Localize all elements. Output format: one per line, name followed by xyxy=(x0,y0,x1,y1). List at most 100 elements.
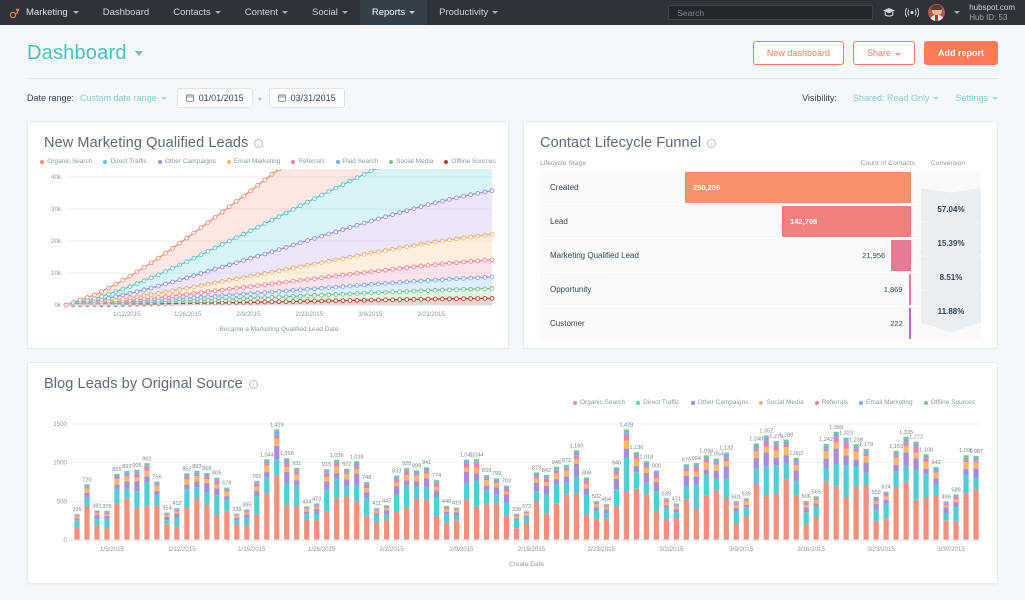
area-chart[interactable]: 0k10k20k30k40k1/12/20151/26/20152/9/2015… xyxy=(36,169,502,337)
account-chevron-down-icon[interactable] xyxy=(954,11,960,14)
chevron-down-icon xyxy=(492,11,498,14)
funnel-bar[interactable]: 1,869 xyxy=(909,274,911,305)
add-report-button[interactable]: Add report xyxy=(924,41,998,65)
funnel-bar[interactable]: 142,708 xyxy=(782,206,911,237)
svg-text:539: 539 xyxy=(662,491,671,497)
nav-item-productivity[interactable]: Productivity xyxy=(427,0,510,25)
column-header-conversion: Conversion xyxy=(915,160,981,167)
date-range-select[interactable]: Custom date range xyxy=(80,93,167,103)
info-icon[interactable]: i xyxy=(254,139,263,148)
funnel-bar-zone: 222 xyxy=(685,308,911,339)
brand-menu[interactable]: Marketing xyxy=(0,0,91,25)
svg-text:10k: 10k xyxy=(51,270,62,277)
svg-text:1,062: 1,062 xyxy=(789,451,803,457)
legend-item-social-media[interactable]: Social Media xyxy=(759,399,803,406)
funnel-bar[interactable]: 21,956 xyxy=(891,240,911,271)
svg-text:447: 447 xyxy=(382,498,391,504)
legend-item-other-campaigns[interactable]: Other Campaigns xyxy=(158,158,216,165)
legend-item-direct-traffic[interactable]: Direct Traffic xyxy=(636,399,679,406)
academy-cap-icon[interactable] xyxy=(882,7,896,18)
legend-label: Other Campaigns xyxy=(698,399,749,406)
svg-text:842: 842 xyxy=(542,468,551,474)
account-info[interactable]: hubspot.com Hub ID: 53 xyxy=(969,3,1015,23)
legend-color-dot xyxy=(336,160,340,164)
svg-text:2/23/2015: 2/23/2015 xyxy=(588,546,616,553)
brand-label: Marketing xyxy=(26,7,68,18)
legend-item-organic-search[interactable]: Organic Search xyxy=(573,399,625,406)
legend-item-referrals[interactable]: Referrals xyxy=(815,399,848,406)
legend-item-offline-sources[interactable]: Offline Sources xyxy=(924,399,975,406)
svg-text:338: 338 xyxy=(512,507,521,513)
settings-menu[interactable]: Settings xyxy=(955,93,998,103)
svg-text:1,242: 1,242 xyxy=(819,437,833,443)
legend-item-other-campaigns[interactable]: Other Campaigns xyxy=(691,399,749,406)
nav-item-label: Contacts xyxy=(173,7,211,18)
funnel-stage-label: Lead xyxy=(540,217,680,226)
legend-item-email-marketing[interactable]: Email Marketing xyxy=(859,399,913,406)
stacked-bar-chart[interactable]: 0500100015003357203813768558929059927563… xyxy=(36,408,991,570)
nav-item-contacts[interactable]: Contacts xyxy=(161,0,233,25)
funnel-bar[interactable]: 222 xyxy=(909,308,911,339)
svg-text:972: 972 xyxy=(562,458,571,464)
start-date-input[interactable]: 01/01/2015 xyxy=(177,88,253,108)
legend-item-offline-sources[interactable]: Offline Sources xyxy=(444,158,495,165)
avatar[interactable] xyxy=(928,4,945,21)
nav-item-social[interactable]: Social xyxy=(300,0,360,25)
funnel-row[interactable]: Lead142,70815.39% xyxy=(540,205,981,239)
info-icon[interactable]: i xyxy=(707,139,716,148)
legend-item-email-marketing[interactable]: Email Marketing xyxy=(227,158,281,165)
search-box[interactable] xyxy=(668,5,873,20)
svg-text:1,018: 1,018 xyxy=(350,454,364,460)
legend-color-dot xyxy=(389,160,393,164)
column-header-stage: Lifecycle Stage xyxy=(540,160,823,167)
share-button[interactable]: Share xyxy=(853,41,915,65)
chevron-down-icon xyxy=(161,97,167,100)
info-icon[interactable]: i xyxy=(249,380,258,389)
funnel-row[interactable]: Opportunity1,86911.88% xyxy=(540,273,981,307)
funnel-row[interactable]: Created250,20657.04% xyxy=(540,171,981,205)
svg-text:434: 434 xyxy=(302,499,311,505)
svg-text:808: 808 xyxy=(582,471,591,477)
end-date-input[interactable]: 03/31/2015 xyxy=(269,88,345,108)
funnel-header-row: Lifecycle Stage Count of Contacts Conver… xyxy=(524,151,997,171)
svg-text:Became a Marketing Qualified L: Became a Marketing Qualified Lead Date xyxy=(220,326,339,333)
funnel-bar-zone: 250,206 xyxy=(685,172,911,203)
legend-item-referrals[interactable]: Referrals xyxy=(291,158,324,165)
broadcast-icon[interactable] xyxy=(905,7,919,18)
nav-item-dashboard[interactable]: Dashboard xyxy=(91,0,161,25)
new-dashboard-button[interactable]: New dashboard xyxy=(753,41,844,65)
svg-text:1500: 1500 xyxy=(53,421,67,428)
legend-color-dot xyxy=(444,160,448,164)
search-input[interactable] xyxy=(675,7,866,19)
svg-text:1/12/2015: 1/12/2015 xyxy=(113,311,141,318)
legend-item-paid-search[interactable]: Paid Search xyxy=(336,158,378,165)
svg-text:946: 946 xyxy=(552,460,561,466)
legend-label: Referrals xyxy=(298,158,324,165)
legend-item-direct-traffic[interactable]: Direct Traffic xyxy=(103,158,146,165)
svg-text:2/16/2015: 2/16/2015 xyxy=(518,546,546,553)
svg-text:868: 868 xyxy=(202,466,211,472)
svg-text:1,018: 1,018 xyxy=(639,454,653,460)
svg-text:471: 471 xyxy=(672,497,681,503)
dashboard-selector[interactable]: Dashboard xyxy=(27,42,143,65)
funnel-row[interactable]: Marketing Qualified Lead21,9568.51% xyxy=(540,239,981,273)
funnel-rows: Created250,20657.04%Lead142,70815.39%Mar… xyxy=(524,171,997,341)
chevron-down-icon xyxy=(135,51,143,56)
legend-item-social-media[interactable]: Social Media xyxy=(389,158,433,165)
end-date-value: 03/31/2015 xyxy=(291,93,336,103)
funnel-bar[interactable]: 250,206 xyxy=(685,172,911,203)
legend-color-dot xyxy=(227,160,231,164)
legend-item-organic-search[interactable]: Organic Search xyxy=(40,158,92,165)
legend-color-dot xyxy=(291,160,295,164)
funnel-row[interactable]: Customer222 xyxy=(540,307,981,341)
visibility-select[interactable]: Shared: Read Only xyxy=(853,93,940,103)
card-contact-lifecycle-funnel: Contact Lifecycle Funnel i Lifecycle Sta… xyxy=(523,121,998,349)
funnel-bar-zone: 21,956 xyxy=(685,240,911,271)
nav-item-content[interactable]: Content xyxy=(233,0,300,25)
hubspot-sprocket-icon xyxy=(9,7,21,19)
svg-text:1,248: 1,248 xyxy=(749,436,763,442)
chevron-down-icon xyxy=(215,11,221,14)
nav-item-reports[interactable]: Reports xyxy=(360,0,427,25)
date-range-arrow-icon: ▸ xyxy=(259,94,263,103)
svg-text:855: 855 xyxy=(112,467,121,473)
